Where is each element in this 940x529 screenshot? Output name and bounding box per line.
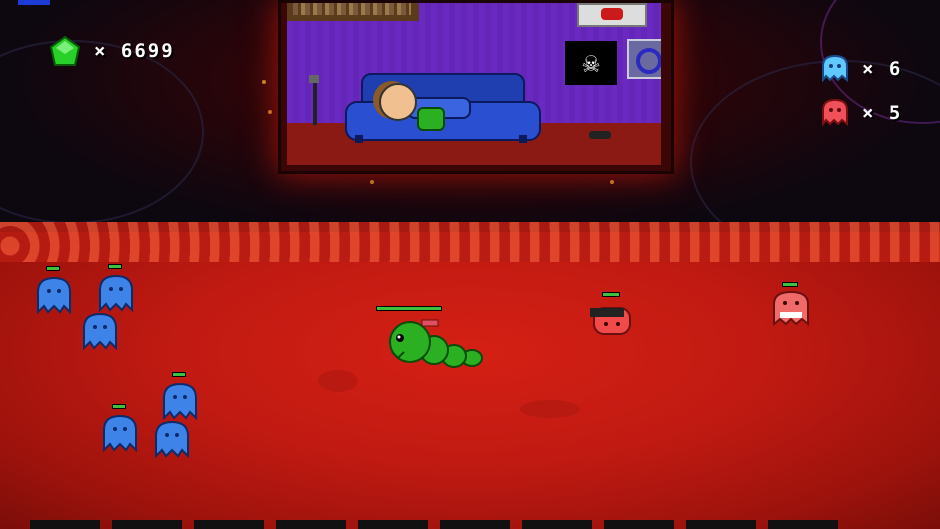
red-ghost-icon [820, 98, 850, 127]
red-ghost-enemy [588, 292, 636, 338]
green-toy [417, 107, 445, 131]
top-indicator [18, 0, 50, 5]
floor-crater [318, 370, 358, 392]
blue-enemy-counter: × 6 [862, 58, 903, 80]
blue-ghost-enemy [152, 420, 192, 460]
player-caterpillar [376, 306, 484, 370]
bow-picture-frame [577, 3, 647, 27]
blue-ghost-enemy [34, 266, 74, 316]
gem-counter: × 6699 [94, 40, 175, 62]
game-controller-icon [589, 131, 611, 139]
sleeping-kid-head [379, 83, 417, 121]
red-enemy-counter: × 5 [862, 102, 903, 124]
tv-screen: ☠ [287, 3, 661, 165]
skull-flag-icon: ☠ [565, 41, 617, 85]
flesh-floor [0, 232, 940, 529]
blue-ghost-enemy [80, 312, 120, 352]
lamp [309, 75, 319, 125]
bottom-tiles [0, 520, 940, 529]
red-ghost-enemy [770, 282, 812, 328]
blue-ghost-enemy [96, 264, 136, 314]
floor-edge [0, 222, 940, 262]
blue-ghost-enemy [100, 404, 140, 454]
bookshelf [287, 3, 419, 21]
target-poster-icon [627, 39, 661, 79]
floor-crater [520, 400, 580, 418]
blue-ghost-icon [820, 54, 850, 83]
tv-monitor: ☠ [278, 0, 674, 174]
blue-ghost-enemy [160, 372, 200, 422]
game-scene: ☠ × 6699 × 6 × 5 [0, 0, 940, 529]
green-gem-icon [48, 35, 82, 70]
